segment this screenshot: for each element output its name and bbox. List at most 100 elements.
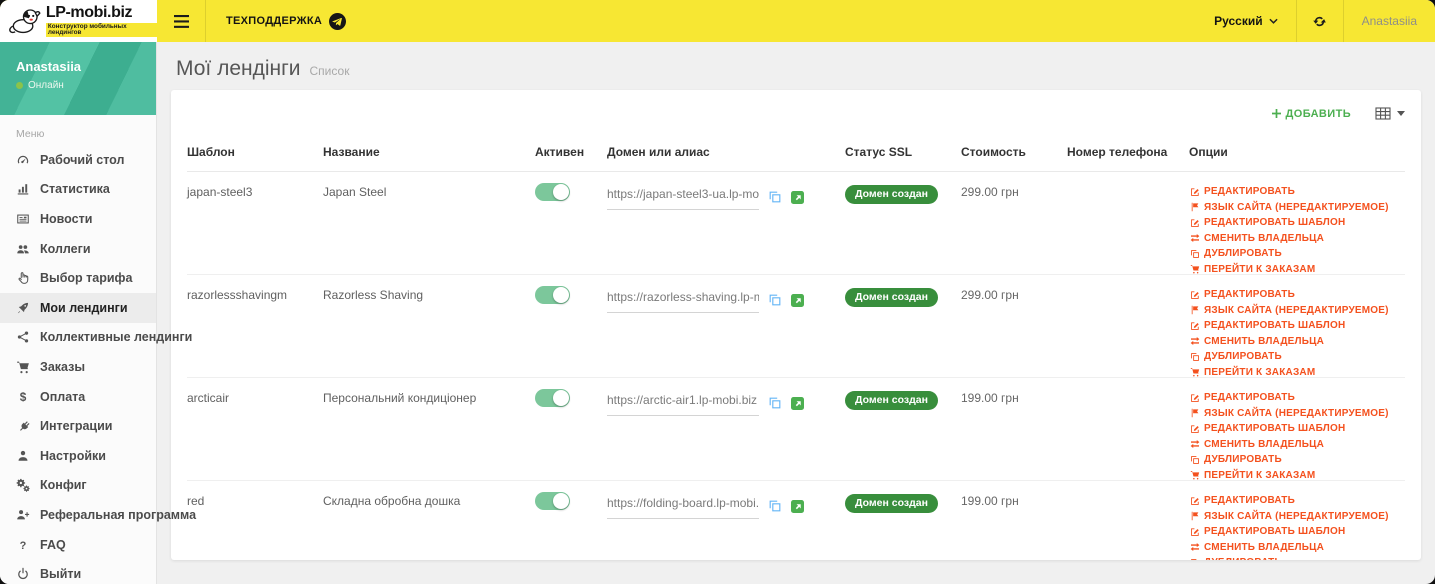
- option-link[interactable]: ДУБЛИРОВАТЬ: [1189, 557, 1395, 560]
- user-menu[interactable]: Anastasiia: [1344, 0, 1435, 42]
- column-header: Шаблон: [187, 145, 235, 159]
- sidebar-item[interactable]: Конфиг: [0, 471, 156, 501]
- column-header: Домен или алиас: [607, 145, 710, 159]
- option-link[interactable]: РЕДАКТИРОВАТЬ ШАБЛОН: [1189, 423, 1395, 434]
- brand-logo[interactable]: LP-mobi.biz Конструктор мобильных лендин…: [0, 0, 157, 42]
- option-link[interactable]: РЕДАКТИРОВАТЬ ШАБЛОН: [1189, 526, 1395, 537]
- open-site-button[interactable]: [791, 500, 804, 513]
- language-dropdown[interactable]: Русский: [1196, 0, 1296, 42]
- landing-name: Razorless Shaving: [323, 288, 424, 302]
- landing-name: Japan Steel: [323, 185, 387, 199]
- domain-input[interactable]: [607, 185, 759, 210]
- hamburger-menu-button[interactable]: [157, 0, 205, 42]
- sidebar-item[interactable]: Реферальная программа: [0, 500, 196, 530]
- landing-name: Складна обробна дошка: [323, 494, 461, 508]
- option-link[interactable]: ДУБЛИРОВАТЬ: [1189, 351, 1395, 362]
- edit-icon: [1189, 289, 1200, 300]
- option-link[interactable]: РЕДАКТИРОВАТЬ: [1189, 392, 1395, 403]
- sidebar-item[interactable]: ? FAQ: [0, 530, 156, 560]
- card-toolbar: ДОБАВИТЬ: [187, 90, 1405, 137]
- option-link[interactable]: РЕДАКТИРОВАТЬ ШАБЛОН: [1189, 217, 1395, 228]
- refresh-button[interactable]: [1297, 0, 1343, 42]
- template-name: arcticair: [187, 391, 230, 405]
- external-link-icon: [795, 194, 801, 200]
- exchange-icon: [1189, 233, 1200, 244]
- sidebar-item[interactable]: Коллективные лендинги: [0, 323, 192, 353]
- table-row: red Складна обробна дошка Домен создан: [187, 481, 1405, 560]
- share-icon: [14, 330, 31, 345]
- tech-support-button[interactable]: ТЕХПОДДЕРЖКА: [206, 0, 366, 42]
- sidebar-item[interactable]: Выбор тарифа: [0, 263, 156, 293]
- active-toggle[interactable]: [535, 492, 570, 510]
- option-link[interactable]: ЯЗЫК САЙТА (НЕРЕДАКТИРУЕМОЕ): [1189, 202, 1395, 213]
- option-link[interactable]: СМЕНИТЬ ВЛАДЕЛЬЦА: [1189, 542, 1395, 553]
- table-row: arcticair Персональний кондиціонер Домен…: [187, 378, 1405, 481]
- view-options-button[interactable]: [1375, 107, 1405, 120]
- row-options: РЕДАКТИРОВАТЬ ЯЗЫК САЙТА (НЕРЕДАКТИРУЕМО…: [1189, 494, 1405, 560]
- edit-icon: [1189, 320, 1200, 331]
- copy-icon[interactable]: [768, 499, 782, 516]
- option-link[interactable]: ЯЗЫК САЙТА (НЕРЕДАКТИРУЕМОЕ): [1189, 511, 1395, 522]
- active-toggle[interactable]: [535, 183, 570, 201]
- add-landing-button[interactable]: ДОБАВИТЬ: [1271, 108, 1352, 120]
- sidebar-item[interactable]: Новости: [0, 204, 156, 234]
- sidebar-item[interactable]: Выйти: [0, 559, 156, 584]
- table-row: razorlessshavingm Razorless Shaving Доме…: [187, 275, 1405, 378]
- cart-icon: [1189, 264, 1200, 275]
- exchange-icon: [1189, 542, 1200, 553]
- template-name: red: [187, 494, 205, 508]
- option-link[interactable]: СМЕНИТЬ ВЛАДЕЛЬЦА: [1189, 233, 1395, 244]
- duplicate-icon: [1189, 557, 1200, 560]
- external-link-icon: [795, 400, 801, 406]
- option-link[interactable]: ЯЗЫК САЙТА (НЕРЕДАКТИРУЕМОЕ): [1189, 305, 1395, 316]
- active-toggle[interactable]: [535, 286, 570, 304]
- active-toggle[interactable]: [535, 389, 570, 407]
- option-link[interactable]: ДУБЛИРОВАТЬ: [1189, 248, 1395, 259]
- option-link[interactable]: СМЕНИТЬ ВЛАДЕЛЬЦА: [1189, 336, 1395, 347]
- open-site-button[interactable]: [791, 191, 804, 204]
- domain-input[interactable]: [607, 494, 759, 519]
- brand-name: LP-mobi.biz: [45, 3, 133, 21]
- option-link[interactable]: РЕДАКТИРОВАТЬ ШАБЛОН: [1189, 320, 1395, 331]
- duplicate-icon: [1189, 351, 1200, 362]
- table-row: japan-steel3 Japan Steel Домен создан: [187, 172, 1405, 275]
- chevron-down-icon: [1269, 18, 1278, 24]
- sidebar-item[interactable]: Статистика: [0, 175, 156, 205]
- option-link[interactable]: ПЕРЕЙТИ К ЗАКАЗАМ: [1189, 367, 1395, 378]
- copy-icon[interactable]: [768, 293, 782, 310]
- option-link[interactable]: РЕДАКТИРОВАТЬ: [1189, 495, 1395, 506]
- edit-icon: [1189, 186, 1200, 197]
- exchange-icon: [1189, 336, 1200, 347]
- copy-icon[interactable]: [768, 396, 782, 413]
- option-link[interactable]: ДУБЛИРОВАТЬ: [1189, 454, 1395, 465]
- sidebar-item[interactable]: Рабочий стол: [0, 145, 156, 175]
- open-site-button[interactable]: [791, 397, 804, 410]
- option-link[interactable]: СМЕНИТЬ ВЛАДЕЛЬЦА: [1189, 439, 1395, 450]
- users-icon: [14, 241, 31, 256]
- sidebar-item[interactable]: Мои лендинги: [0, 292, 156, 323]
- svg-text:?: ?: [19, 539, 26, 551]
- sidebar-item[interactable]: Интеграции: [0, 411, 156, 441]
- sidebar-item[interactable]: Заказы: [0, 352, 156, 382]
- caret-down-icon: [1397, 111, 1405, 116]
- copy-icon[interactable]: [768, 190, 782, 207]
- option-link[interactable]: ПЕРЕЙТИ К ЗАКАЗАМ: [1189, 470, 1395, 481]
- news-icon: [14, 211, 31, 226]
- open-site-button[interactable]: [791, 294, 804, 307]
- sidebar-item[interactable]: $ Оплата: [0, 382, 156, 412]
- gears-icon: [14, 478, 31, 493]
- option-link[interactable]: РЕДАКТИРОВАТЬ: [1189, 289, 1395, 300]
- sidebar: Anastasiia Онлайн Меню Рабочий стол Стат…: [0, 42, 196, 584]
- power-icon: [14, 567, 31, 582]
- domain-input[interactable]: [607, 391, 759, 416]
- option-link[interactable]: РЕДАКТИРОВАТЬ: [1189, 186, 1395, 197]
- domain-input[interactable]: [607, 288, 759, 313]
- option-link[interactable]: ЯЗЫК САЙТА (НЕРЕДАКТИРУЕМОЕ): [1189, 408, 1395, 419]
- sidebar-item[interactable]: Коллеги: [0, 234, 156, 264]
- hamburger-icon: [173, 14, 189, 28]
- flag-icon: [1189, 511, 1200, 522]
- row-options: РЕДАКТИРОВАТЬ ЯЗЫК САЙТА (НЕРЕДАКТИРУЕМО…: [1189, 185, 1405, 275]
- topbar: LP-mobi.biz Конструктор мобильных лендин…: [0, 0, 1435, 42]
- option-link[interactable]: ПЕРЕЙТИ К ЗАКАЗАМ: [1189, 264, 1395, 275]
- sidebar-item[interactable]: Настройки: [0, 441, 156, 471]
